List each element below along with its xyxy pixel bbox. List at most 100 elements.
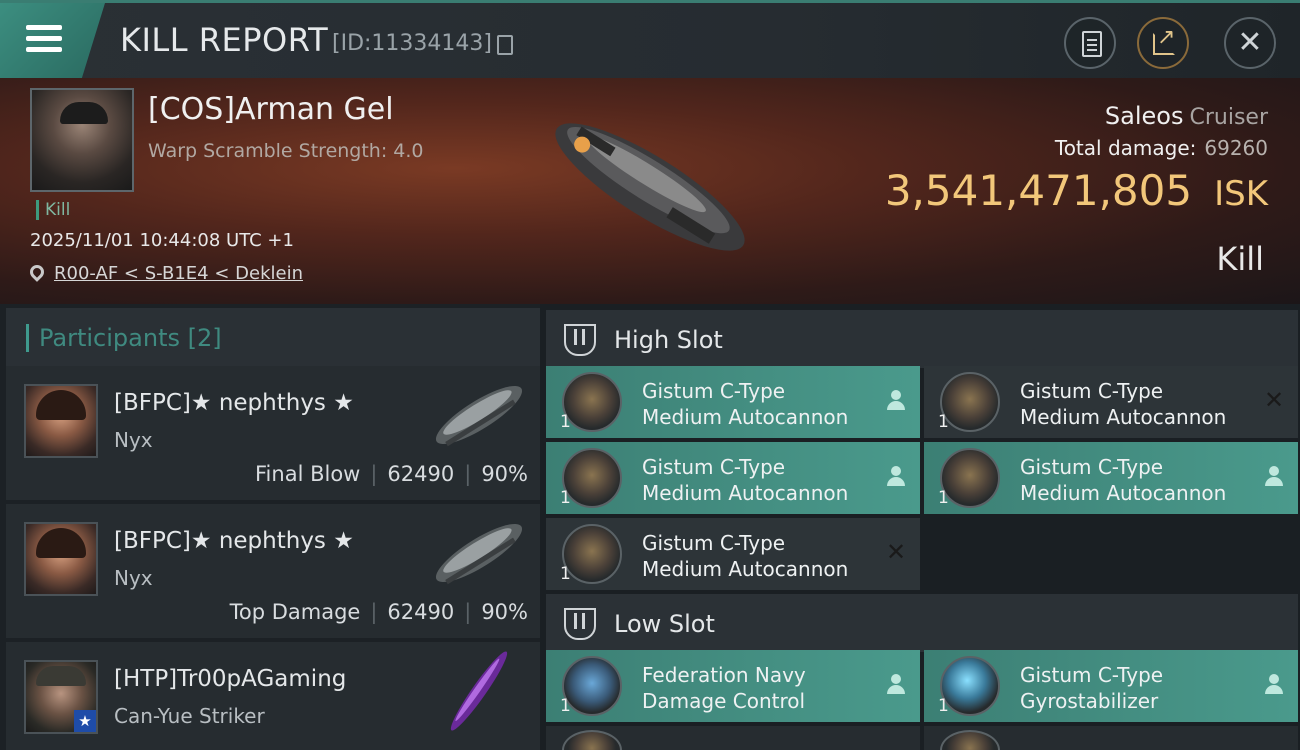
module-quantity: 1 (560, 488, 571, 508)
victim-ship: Saleos Cruiser (1105, 102, 1268, 130)
module-name-line2: Medium Autocannon (1020, 481, 1227, 505)
autocannon-icon (940, 372, 1000, 432)
module-quantity: 1 (560, 412, 571, 432)
module-item[interactable]: 1 Gistum C-Type Medium Autocannon (546, 442, 920, 514)
participant-stats: Final Blow | 62490 | 90% (255, 462, 528, 486)
stats-divider: | (370, 600, 378, 624)
clipboard-icon (1082, 31, 1102, 57)
participant-row[interactable]: [BFPC]★ nephthys ★ Nyx Top Damage | 62490 |… (6, 504, 540, 638)
low-slot-title: Low Slot (614, 610, 715, 638)
person-icon (884, 388, 908, 412)
module-name-line2: Medium Autocannon (642, 481, 849, 505)
fitting-panel: High Slot 1 Gistum C-Type Medium Autocan… (540, 304, 1300, 750)
participant-role: Top Damage (229, 600, 361, 624)
module-name-line1: Gistum C-Type (1020, 455, 1164, 479)
participant-percent: 90% (481, 462, 528, 486)
participant-name: [HTP]Tr00pAGaming (114, 666, 347, 692)
victim-ship-image[interactable] (530, 92, 770, 282)
module-name: Federation Navy Damage Control (642, 662, 806, 714)
stats-divider: | (370, 462, 378, 486)
star-badge-icon: ★ (74, 710, 96, 732)
participant-name: [BFPC]★ nephthys ★ (114, 528, 354, 554)
victim-portrait[interactable] (30, 88, 134, 192)
menu-button[interactable] (0, 3, 105, 78)
isk-value: 3,541,471,805 (884, 166, 1193, 215)
victim-name[interactable]: [COS]Arman Gel (148, 92, 394, 127)
participant-row[interactable]: ★ [HTP]Tr00pAGaming Can-Yue Striker (6, 642, 540, 750)
module-name-line2: Gyrostabilizer (1020, 689, 1159, 713)
stats-divider: | (464, 600, 472, 624)
clipboard-button[interactable] (1064, 17, 1116, 69)
total-damage-label: Total damage: (1054, 136, 1197, 160)
module-quantity: 1 (560, 564, 571, 584)
participant-avatar[interactable]: ★ (24, 660, 98, 734)
victim-subtitle: Warp Scramble Strength: 4.0 (148, 140, 424, 162)
module-item[interactable]: 1 Gistum C-Type Medium Autocannon ✕ (924, 366, 1298, 438)
avatar-hair (36, 390, 86, 420)
module-quantity: 1 (938, 412, 949, 432)
damage-control-icon (562, 656, 622, 716)
hamburger-icon (26, 25, 62, 30)
module-name-line2: Medium Autocannon (1020, 405, 1227, 429)
module-name-line1: Gistum C-Type (1020, 379, 1164, 403)
participant-ship: Nyx (114, 428, 153, 452)
module-name-line1: Gistum C-Type (642, 379, 786, 403)
kill-location-link[interactable]: R00-AF < S-B1E4 < Deklein (54, 263, 303, 284)
copy-icon[interactable] (497, 35, 513, 55)
avatar-hair (36, 528, 86, 558)
module-name-line2: Damage Control (642, 689, 806, 713)
participants-title: Participants [2] (26, 324, 222, 352)
page-title: KILL REPORT (120, 21, 329, 59)
participant-ship-image (450, 651, 508, 731)
module-quantity: 1 (938, 488, 949, 508)
participant-damage: 62490 (387, 462, 455, 486)
participant-name: [BFPC]★ nephthys ★ (114, 390, 354, 416)
module-name-line1: Federation Navy (642, 663, 806, 687)
participant-ship: Can-Yue Striker (114, 704, 265, 728)
module-item[interactable]: 1 Federation Navy Damage Control (546, 650, 920, 722)
module-item[interactable]: 1 Gistum C-Type Medium Autocannon (546, 366, 920, 438)
module-quantity: 1 (938, 696, 949, 716)
victim-banner: [COS]Arman Gel Warp Scramble Strength: 4… (0, 78, 1300, 304)
location-pin-icon (27, 262, 47, 282)
high-slot-title: High Slot (614, 326, 723, 354)
participant-row[interactable]: [BFPC]★ nephthys ★ Nyx Final Blow | 62490 |… (6, 366, 540, 500)
isk-loss: 3,541,471,805 ISK (885, 166, 1268, 215)
module-item[interactable]: 1 Gistum C-Type Medium Autocannon ✕ (546, 518, 920, 590)
participant-avatar[interactable] (24, 384, 98, 458)
close-button[interactable]: ✕ (1224, 17, 1276, 69)
module-name-line1: Gistum C-Type (642, 531, 786, 555)
person-icon (884, 464, 908, 488)
module-name: Gistum C-Type Medium Autocannon (1020, 454, 1226, 506)
module-name-line1: Gistum C-Type (1020, 663, 1164, 687)
participant-avatar[interactable] (24, 522, 98, 596)
stats-divider: | (464, 462, 472, 486)
autocannon-icon (562, 372, 622, 432)
total-damage: Total damage: 69260 (1055, 136, 1268, 160)
avatar-cap (36, 666, 86, 686)
ship-name: Saleos (1104, 102, 1184, 130)
module-item[interactable]: 1 Gistum C-Type Gyrostabilizer (924, 650, 1298, 722)
kill-result: Kill (1216, 240, 1264, 278)
module-item-partial[interactable] (546, 726, 920, 750)
participant-damage: 62490 (387, 600, 455, 624)
participants-panel: Participants [2] [BFPC]★ nephthys ★ Nyx … (0, 304, 540, 750)
participant-stats: Top Damage | 62490 | 90% (230, 600, 528, 624)
module-name-line2: Medium Autocannon (642, 557, 849, 581)
high-slot-header: High Slot (546, 310, 1298, 368)
module-item[interactable]: 1 Gistum C-Type Medium Autocannon (924, 442, 1298, 514)
participant-role: Final Blow (255, 462, 361, 486)
autocannon-icon (940, 448, 1000, 508)
participant-ship: Nyx (114, 566, 153, 590)
kill-tag: Kill (36, 200, 70, 220)
kill-datetime: 2025/11/01 10:44:08 UTC +1 (30, 230, 294, 251)
close-icon: ✕ (1237, 25, 1263, 60)
autocannon-icon (562, 524, 622, 584)
module-quantity: 1 (560, 696, 571, 716)
person-icon (1262, 464, 1286, 488)
isk-unit: ISK (1214, 174, 1268, 214)
share-icon (1153, 25, 1175, 55)
module-item-partial[interactable] (924, 726, 1298, 750)
share-button[interactable] (1137, 17, 1189, 69)
ship-class: Cruiser (1189, 105, 1268, 130)
